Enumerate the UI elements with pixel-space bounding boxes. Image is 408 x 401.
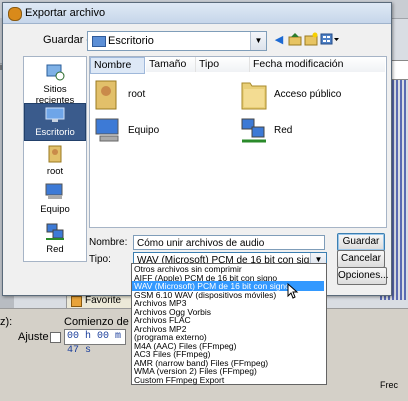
sidebar-item-label: Equipo [40, 204, 70, 215]
new-folder-icon[interactable] [303, 32, 319, 48]
file-name-label: Nombre: [89, 237, 128, 248]
up-folder-icon[interactable] [287, 32, 303, 48]
file-list: Nombre Tamaño Tipo Fecha modificación ro… [89, 56, 387, 228]
computer-icon [95, 118, 119, 142]
save-button[interactable]: Guardar [337, 233, 385, 251]
desktop-icon [92, 36, 106, 47]
network-icon [241, 118, 266, 143]
dialog-title: Exportar archivo [25, 7, 106, 19]
column-header-size[interactable]: Tamaño [146, 57, 196, 72]
save-in-row: Guardar en: Escritorio ▼ ◀ [3, 31, 391, 51]
file-item-label: Acceso público [274, 89, 342, 100]
audacity-icon [8, 7, 22, 21]
sidebar-item-computer[interactable]: Equipo [24, 183, 86, 219]
column-header-type[interactable]: Tipo [196, 57, 250, 72]
selection-start-time[interactable]: 00 h 00 m 47 s [64, 329, 126, 356]
favorite-icon [71, 296, 82, 307]
save-in-combo[interactable]: Escritorio ▼ [87, 31, 267, 51]
background-text-fragment: Frec [380, 380, 398, 390]
sidebar-item-desktop[interactable]: Escritorio [24, 103, 86, 141]
favorites-label[interactable]: Favorite [85, 295, 121, 306]
file-type-label: Tipo: [89, 254, 111, 265]
save-in-value: Escritorio [108, 35, 154, 47]
back-icon[interactable]: ◀ [271, 32, 287, 48]
options-button[interactable]: Opciones... [337, 267, 389, 285]
column-header-modified[interactable]: Fecha modificación [250, 57, 385, 72]
sidebar-item-root[interactable]: root [24, 143, 86, 179]
background-text-fragment: z): [0, 316, 13, 328]
file-item-label: Equipo [128, 125, 160, 136]
user-folder-icon [95, 80, 117, 110]
file-item-network[interactable]: Red [240, 117, 380, 147]
network-icon [46, 223, 64, 240]
sidebar-item-label: Escritorio [35, 127, 75, 138]
cancel-button[interactable]: Cancelar [337, 250, 385, 268]
folder-icon [241, 82, 267, 110]
user-folder-icon [48, 145, 62, 163]
export-file-dialog: Exportar archivo Guardar en: Escritorio … [2, 2, 392, 296]
file-item-label: root [128, 89, 146, 100]
file-name-input[interactable]: Cómo unir archivos de audio [133, 235, 325, 250]
snap-to-checkbox[interactable] [50, 332, 61, 343]
sidebar-item-network[interactable]: Red [24, 223, 86, 259]
mouse-cursor-icon [287, 283, 299, 299]
view-menu-icon[interactable] [319, 32, 341, 48]
file-item-root[interactable]: root [94, 77, 234, 113]
chevron-down-icon[interactable]: ▼ [250, 32, 266, 50]
file-item-public[interactable]: Acceso público [240, 77, 380, 113]
sidebar-item-recent[interactable]: Sitios recientes [24, 63, 86, 106]
column-header-name[interactable]: Nombre [90, 57, 145, 74]
sidebar-item-label: Red [46, 244, 64, 255]
computer-icon [45, 183, 63, 199]
places-sidebar: Sitios recientes Escritorio root Equipo … [23, 56, 87, 262]
sidebar-item-label: root [46, 166, 64, 177]
file-type-dropdown-list: Otros archivos sin comprimir AIFF (Apple… [131, 263, 327, 385]
desktop-icon [45, 107, 65, 122]
file-item-label: Red [274, 125, 293, 136]
dropdown-option[interactable]: Custom FFmpeg Export [132, 375, 324, 385]
dialog-titlebar[interactable]: Exportar archivo [3, 3, 391, 24]
file-item-computer[interactable]: Equipo [94, 117, 234, 147]
recent-places-icon [46, 64, 65, 81]
